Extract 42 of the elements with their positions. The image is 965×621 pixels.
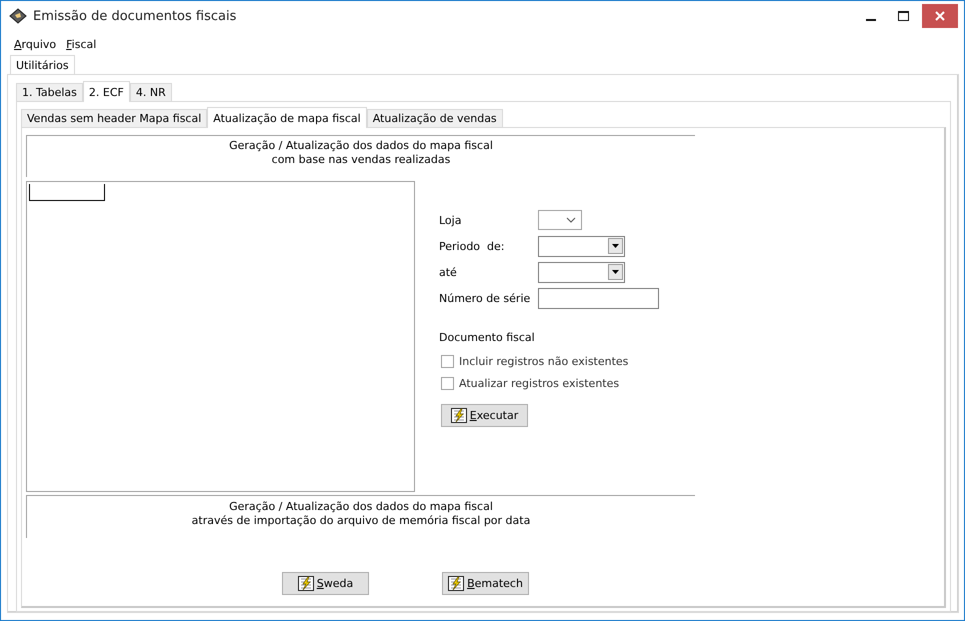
tab[interactable]: Atualização de mapa fiscal (207, 107, 367, 128)
checkbox[interactable] (441, 354, 454, 368)
window-title: Emissão de documentos fiscais (33, 8, 238, 24)
close-icon (935, 11, 945, 21)
menu-item[interactable]: Arquivo (14, 38, 56, 52)
lightning-icon (298, 576, 314, 591)
field-label: Loja (439, 214, 462, 226)
tab[interactable]: 4. NR (130, 83, 172, 101)
group-caption: com base nas vendas realizadas (272, 153, 450, 167)
tab[interactable]: Vendas sem header Mapa fiscal (21, 109, 208, 127)
tab[interactable]: Utilitários (10, 55, 75, 74)
tab[interactable]: Atualização de vendas (366, 109, 503, 127)
action-button[interactable]: Sweda (282, 572, 369, 595)
input-field[interactable] (538, 288, 659, 308)
field-label: Número de série (439, 292, 532, 304)
tab[interactable]: 1. Tabelas (16, 83, 83, 101)
close-button[interactable] (922, 4, 958, 28)
group-caption: através de importação do arquivo de memória fiscal por data (192, 514, 530, 528)
column-header[interactable] (29, 184, 105, 201)
checkbox[interactable] (441, 376, 454, 390)
minimize-icon (866, 18, 876, 20)
field-label: Periodo de: (439, 240, 506, 252)
group-caption: Geração / Atualização dos dados do mapa fiscal (229, 139, 493, 153)
menu-item[interactable]: Fiscal (66, 38, 96, 52)
group-caption: Geração / Atualização dos dados do mapa fiscal (229, 500, 493, 514)
caret-down-icon (612, 244, 619, 248)
caret-down-icon (612, 270, 619, 274)
maximize-icon (898, 11, 909, 21)
execute-button[interactable]: Executar (441, 404, 528, 427)
app-icon (9, 8, 27, 24)
lightning-icon (448, 576, 464, 591)
chevron-down-icon (566, 217, 576, 223)
checkbox-label: Incluir registros não existentes (459, 354, 628, 368)
checkbox-label: Atualizar registros existentes (459, 376, 620, 390)
section-label: Documento fiscal (439, 331, 536, 344)
tab[interactable]: 2. ECF (82, 81, 130, 102)
store-dropdown[interactable] (538, 210, 582, 230)
field-label: até (439, 266, 458, 278)
action-button[interactable]: Bematech (442, 572, 529, 595)
date-dropdown[interactable] (538, 236, 625, 256)
lightning-icon (450, 408, 467, 423)
date-dropdown[interactable] (538, 262, 625, 282)
